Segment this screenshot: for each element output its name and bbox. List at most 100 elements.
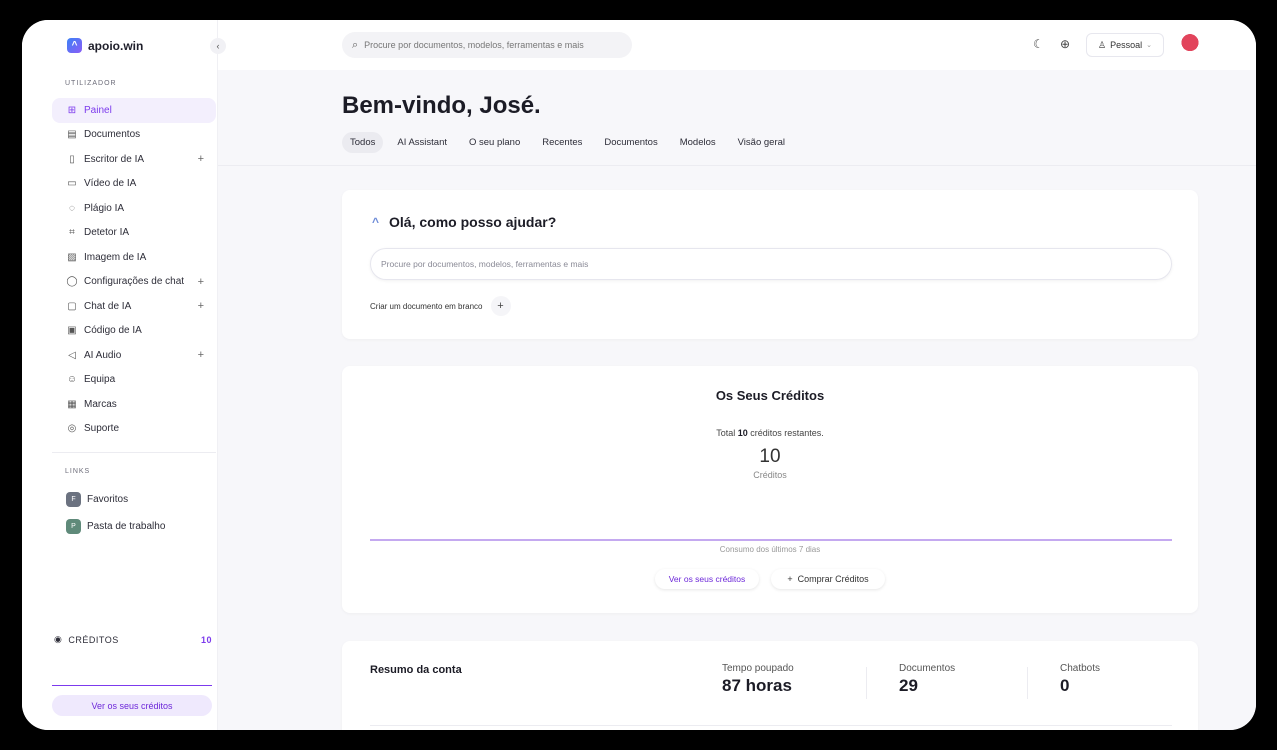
tab-todos[interactable]: Todos	[342, 132, 384, 153]
credits-progress	[52, 685, 212, 686]
search-bar[interactable]: ⌕ Procure por documentos, modelos, ferra…	[342, 32, 632, 58]
chevron-left-icon: ‹	[216, 41, 220, 51]
sidebar-item-chat-de-ia[interactable]: ▢ Chat de IA +	[52, 294, 216, 319]
sidebar-item-suporte[interactable]: ◎ Suporte	[52, 417, 216, 442]
stat-value: 0	[1060, 676, 1070, 695]
credits-total: Total 10 créditos restantes.	[342, 428, 1198, 438]
archive-icon: ▤	[67, 129, 77, 141]
stat-chatbots: Chatbots 0	[1060, 663, 1100, 696]
sidebar-item-marcas[interactable]: ▦ Marcas	[52, 392, 216, 417]
sidebar-item-vídeo-de-ia[interactable]: ▭ Vídeo de IA	[52, 172, 216, 197]
summary-divider	[370, 725, 1172, 726]
terminal-icon: ▣	[67, 325, 77, 337]
account-switcher[interactable]: ♙ Pessoal ⌄	[1086, 33, 1164, 57]
sidebar-item-label: Equipa	[84, 374, 116, 386]
tab-ai-assistant[interactable]: AI Assistant	[389, 132, 455, 153]
tab-bar: Todos AI Assistant O seu plano Recentes …	[342, 132, 793, 153]
video-icon: ▭	[67, 178, 77, 190]
stat-value: 87 horas	[722, 676, 792, 695]
section-label-links: LINKS	[65, 468, 91, 475]
account-summary-card: Resumo da conta Tempo poupado 87 horas D…	[342, 641, 1198, 730]
sidebar-item-label: Vídeo de IA	[84, 178, 137, 190]
image-icon: ▨	[67, 251, 77, 263]
page-title: Bem-vindo, José.	[342, 92, 541, 119]
credits-number: 10	[759, 446, 781, 467]
plus-icon[interactable]: +	[198, 300, 204, 312]
section-label-user: UTILIZADOR	[65, 80, 117, 87]
tab-visao-geral[interactable]: Visão geral	[730, 132, 793, 153]
sidebar-item-imagem-de-ia[interactable]: ▨ Imagem de IA	[52, 245, 216, 270]
create-blank-document[interactable]: Criar um documento em branco +	[370, 296, 511, 316]
plus-icon[interactable]: +	[198, 276, 204, 288]
sidebar-item-documentos[interactable]: ▤ Documentos	[52, 123, 216, 148]
sidebar-item-label: Marcas	[84, 398, 117, 410]
view-credits-button-main[interactable]: Ver os seus créditos	[655, 569, 759, 589]
scan-icon: ⌗	[69, 227, 75, 239]
sidebar-item-escritor-de-ia[interactable]: ▯ Escritor de IA +	[52, 147, 216, 172]
logo[interactable]: ^ apoio.win	[67, 38, 143, 53]
link-favoritos[interactable]: F Favoritos	[66, 492, 128, 507]
summary-title: Resumo da conta	[370, 664, 462, 676]
sidebar-item-ai-audio[interactable]: ◁ AI Audio +	[52, 343, 216, 368]
credits-value: 10	[200, 634, 212, 645]
credits-card: Os Seus Créditos Total 10 créditos resta…	[342, 366, 1198, 613]
sidebar-item-label: AI Audio	[84, 349, 122, 361]
sidebar-item-label: Imagem de IA	[84, 251, 147, 263]
plus-icon[interactable]: +	[490, 296, 511, 316]
buy-credits-label: Comprar Créditos	[797, 574, 869, 584]
stat-value: 29	[899, 676, 918, 695]
sidebar: ^ apoio.win UTILIZADOR ⊞ Painel ▤ Documento…	[22, 20, 218, 730]
coin-icon: ◉	[54, 634, 63, 644]
view-credits-button[interactable]: Ver os seus créditos	[52, 695, 212, 716]
assistant-card: ^ Olá, como posso ajudar? Procure por do…	[342, 190, 1198, 339]
credits-total-suffix: créditos restantes.	[750, 428, 824, 438]
search-icon: ⌕	[352, 38, 359, 51]
sidebar-item-equipa[interactable]: ☺ Equipa	[52, 368, 216, 393]
tab-modelos[interactable]: Modelos	[672, 132, 724, 153]
blank-doc-label: Criar um documento em branco	[370, 301, 483, 311]
assistant-title: ^ Olá, como posso ajudar?	[372, 214, 556, 230]
moon-icon[interactable]: ☾	[1033, 37, 1044, 51]
credits-total-prefix: Total	[716, 428, 736, 438]
tab-recentes[interactable]: Recentes	[534, 132, 590, 153]
assistant-search-input[interactable]: Procure por documentos, modelos, ferrame…	[370, 248, 1172, 280]
sidebar-item-detetor-ia[interactable]: ⌗ Detetor IA	[52, 221, 216, 246]
sidebar-item-label: Painel	[84, 104, 112, 116]
link-pasta-de-trabalho[interactable]: P Pasta de trabalho	[66, 519, 165, 534]
user-icon: ♙	[1098, 39, 1107, 50]
link-label: Pasta de trabalho	[87, 521, 166, 532]
sidebar-item-label: Escritor de IA	[84, 153, 145, 165]
buy-credits-button[interactable]: + Comprar Créditos	[771, 569, 885, 589]
plus-icon[interactable]: +	[198, 349, 204, 361]
stat-time-saved: Tempo poupado 87 horas	[722, 663, 794, 696]
search-placeholder: Procure por documentos, modelos, ferrame…	[364, 40, 584, 50]
tab-o-seu-plano[interactable]: O seu plano	[461, 132, 528, 153]
account-label: Pessoal	[1110, 40, 1143, 50]
sidebar-credits: ◉ CRÉDITOS 10	[54, 634, 212, 645]
sidebar-item-configurações-de-chat[interactable]: ◯ Configurações de chat +	[52, 270, 216, 295]
sidebar-item-plágio-ia[interactable]: ◌ Plágio IA	[52, 196, 216, 221]
link-label: Favoritos	[87, 494, 129, 505]
stat-label: Chatbots	[1060, 663, 1101, 674]
plus-icon[interactable]: +	[198, 153, 204, 165]
message-icon: ▢	[67, 300, 77, 312]
logo-text: apoio.win	[88, 38, 144, 53]
sidebar-item-código-de-ia[interactable]: ▣ Código de IA	[52, 319, 216, 344]
sidebar-item-painel[interactable]: ⊞ Painel	[52, 98, 216, 123]
sidebar-divider	[52, 452, 216, 453]
stat-documents: Documentos 29	[899, 663, 955, 696]
consumption-chart-line	[370, 539, 1172, 541]
avatar[interactable]	[1178, 33, 1202, 57]
stat-divider	[866, 667, 867, 699]
support-icon: ◎	[67, 423, 77, 435]
sidebar-item-label: Suporte	[84, 423, 120, 435]
user-icon: ☺	[66, 374, 78, 386]
credits-title: Os Seus Créditos	[715, 388, 825, 403]
tab-documentos[interactable]: Documentos	[596, 132, 665, 153]
collapse-sidebar-button[interactable]: ‹	[210, 38, 226, 54]
chevron-down-icon: ⌄	[1146, 42, 1152, 49]
globe-icon[interactable]: ⊕	[1060, 37, 1070, 51]
sidebar-item-label: Chat de IA	[84, 300, 132, 312]
stat-label: Documentos	[899, 663, 956, 674]
stat-divider	[1027, 667, 1028, 699]
